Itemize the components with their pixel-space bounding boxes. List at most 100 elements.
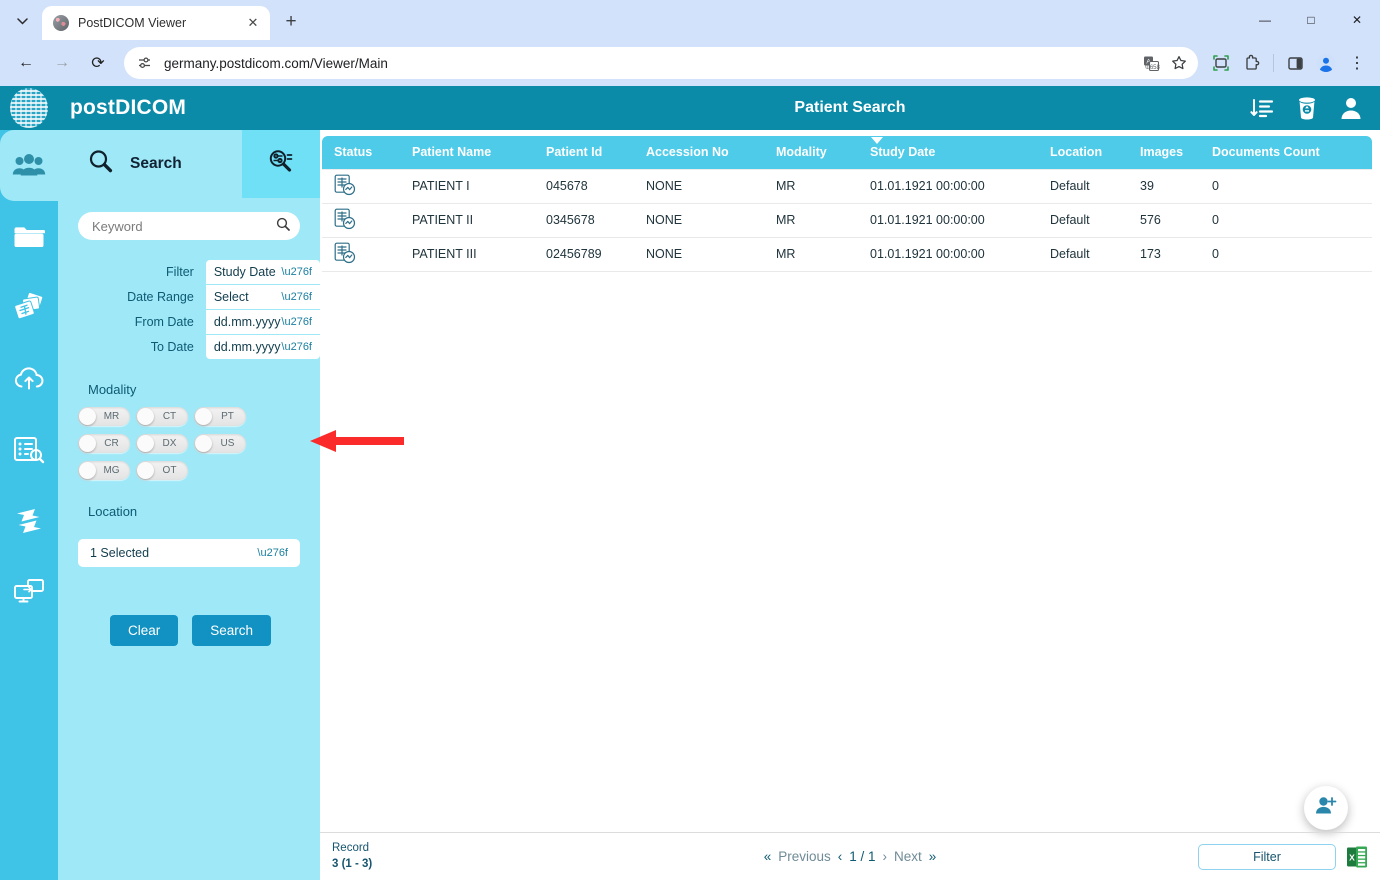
column-header-documents-count[interactable]: Documents Count [1200,136,1372,169]
globe-icon [53,15,69,31]
address-bar[interactable]: germany.postdicom.com/Viewer/Main A \u65… [124,47,1198,79]
next-page-button[interactable]: Next [894,849,922,864]
tab-search[interactable]: Search [58,130,242,198]
extensions-icon[interactable] [1237,48,1267,78]
first-page-button[interactable]: « [764,849,772,864]
window-controls: — □ ✕ [1242,0,1380,40]
date-range-select[interactable]: Select \u276f [206,285,320,309]
minimize-icon[interactable]: — [1242,0,1288,40]
results-table-wrap: Status Patient Name Patient Id Accession… [320,130,1380,878]
browser-toolbar: ← → ⟳ germany.postdicom.com/Viewer/Main … [0,40,1380,86]
to-date-input[interactable]: dd.mm.yyyy \u276f [206,335,320,359]
table-body: PATIENT I 045678 NONE MR 01.01.1921 00:0… [322,169,1372,271]
advanced-search-icon [266,147,296,182]
cell-patient-name: PATIENT II [400,203,534,237]
sidebar-item-studies[interactable] [0,272,58,343]
excel-export-icon[interactable]: X [1346,845,1368,869]
back-icon[interactable]: ← [11,48,41,78]
from-date-input[interactable]: dd.mm.yyyy \u276f [206,310,320,334]
table-row[interactable]: PATIENT III 02456789 NONE MR 01.01.1921 … [322,237,1372,271]
sort-descending-icon[interactable] [1250,97,1274,119]
column-header-images[interactable]: Images [1128,136,1200,169]
study-report-icon[interactable] [334,242,400,267]
table-row[interactable]: PATIENT II 0345678 NONE MR 01.01.1921 00… [322,203,1372,237]
user-account-icon[interactable] [1340,96,1362,120]
cell-documents-count: 0 [1200,169,1372,203]
column-header-location[interactable]: Location [1038,136,1128,169]
cell-status[interactable] [322,237,400,271]
chevron-down-icon: \u276f [281,267,312,278]
cell-modality: MR [764,203,858,237]
sync-arrows-icon [13,507,45,535]
study-report-icon[interactable] [334,174,400,199]
modality-toggle-dx[interactable]: DX [136,434,188,453]
magnifier-icon [86,147,116,182]
location-title: Location [58,480,320,529]
column-header-patient-id[interactable]: Patient Id [534,136,634,169]
screen-capture-icon[interactable] [1206,48,1236,78]
site-settings-icon[interactable] [134,52,156,74]
brand-bar: postDICOM [58,86,320,130]
column-header-patient-name[interactable]: Patient Name [400,136,534,169]
previous-page-button[interactable]: Previous [778,849,831,864]
tab-search-list-button[interactable] [8,7,36,35]
cell-status[interactable] [322,169,400,203]
sidebar-item-share[interactable] [0,556,58,627]
left-icon-rail [0,86,58,880]
previous-caret-icon[interactable]: ‹ [838,849,843,864]
cell-accession-no: NONE [634,203,764,237]
column-header-study-date[interactable]: Study Date [858,136,1038,169]
toggle-knob [79,462,96,479]
modality-toggle-cr[interactable]: CR [78,434,130,453]
cell-accession-no: NONE [634,237,764,271]
forward-icon[interactable]: → [47,48,77,78]
browser-tab[interactable]: PostDICOM Viewer ✕ [42,6,270,40]
new-tab-button[interactable]: + [277,8,305,36]
location-select[interactable]: 1 Selected \u276f [78,539,300,567]
add-patient-fab[interactable] [1304,786,1348,830]
filter-button[interactable]: Filter [1198,844,1336,870]
cell-status[interactable] [322,203,400,237]
keyword-search-box[interactable] [78,212,300,240]
modality-label: DX [154,438,188,449]
translate-icon[interactable]: A \u6587 [1138,50,1164,76]
modality-toggle-pt[interactable]: PT [194,407,246,426]
modality-label: OT [154,465,188,476]
column-header-modality[interactable]: Modality [764,136,858,169]
sidebar-item-folders[interactable] [0,201,58,272]
clear-button[interactable]: Clear [110,615,178,646]
keyword-search-wrap [58,198,320,240]
search-icon[interactable] [276,217,290,236]
recycle-bin-icon[interactable] [1296,96,1318,120]
record-count: Record 3 (1 - 3) [320,841,372,872]
column-header-accession-no[interactable]: Accession No [634,136,764,169]
filter-select[interactable]: Study Date \u276f [206,260,320,284]
modality-toggle-us[interactable]: US [194,434,246,453]
reload-icon[interactable]: ⟳ [83,48,113,78]
maximize-icon[interactable]: □ [1288,0,1334,40]
close-icon[interactable]: ✕ [244,14,262,32]
sidebar-item-upload[interactable] [0,343,58,414]
sidebar-item-patients[interactable] [0,130,58,201]
sidebar-item-worklist[interactable] [0,414,58,485]
tab-advanced-search[interactable] [242,130,320,198]
modality-toggle-mr[interactable]: MR [78,407,130,426]
column-header-status[interactable]: Status [322,136,400,169]
study-report-icon[interactable] [334,208,400,233]
window-close-icon[interactable]: ✕ [1334,0,1380,40]
modality-toggle-ct[interactable]: CT [136,407,188,426]
next-caret-icon[interactable]: › [883,849,888,864]
search-button[interactable]: Search [192,615,271,646]
sidebar-item-sync[interactable] [0,485,58,556]
side-panel-icon[interactable] [1280,48,1310,78]
modality-toggle-ot[interactable]: OT [136,461,188,480]
modality-toggle-mg[interactable]: MG [78,461,130,480]
browser-menu-icon[interactable]: ⋮ [1342,48,1372,78]
profile-avatar-icon[interactable] [1311,48,1341,78]
search-input[interactable] [92,219,276,234]
last-page-button[interactable]: » [929,849,937,864]
image-cards-icon [13,293,45,323]
cell-modality: MR [764,169,858,203]
star-icon[interactable] [1166,50,1192,76]
table-row[interactable]: PATIENT I 045678 NONE MR 01.01.1921 00:0… [322,169,1372,203]
